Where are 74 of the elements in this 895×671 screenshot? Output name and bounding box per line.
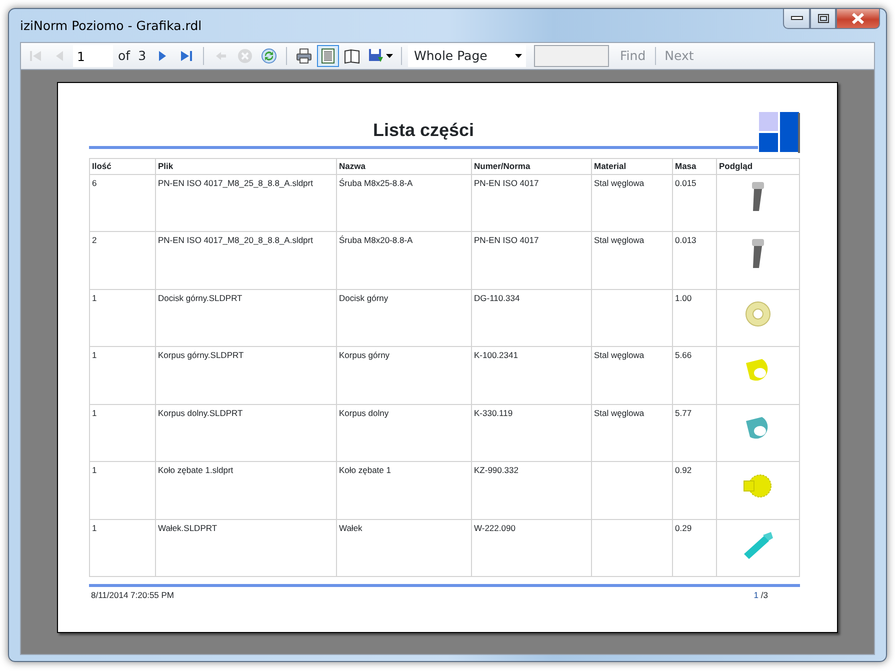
table-cell: PN-EN ISO 4017_M8_25_8_8.8_A.sldprt bbox=[156, 174, 336, 232]
last-page-icon bbox=[178, 48, 194, 64]
table-cell: 1 bbox=[90, 462, 156, 520]
column-header: Masa bbox=[672, 158, 716, 174]
table-cell: Wałek bbox=[336, 519, 472, 577]
page-number: 1 bbox=[754, 590, 759, 600]
table-cell: Korpus górny.SLDPRT bbox=[156, 346, 336, 404]
table-cell: PN-EN ISO 4017_M8_20_8_8.8_A.sldprt bbox=[156, 232, 336, 290]
table-cell: Stal węglowa bbox=[592, 174, 672, 232]
dropdown-caret-icon bbox=[515, 54, 522, 58]
logo-icon bbox=[758, 111, 800, 153]
table-cell: 0.015 bbox=[672, 174, 716, 232]
page-layout-icon bbox=[320, 48, 336, 64]
table-cell: 2 bbox=[90, 232, 156, 290]
printer-icon bbox=[296, 48, 312, 64]
table-cell: Stal węglowa bbox=[592, 346, 672, 404]
table-cell: W-222.090 bbox=[472, 519, 592, 577]
close-button[interactable] bbox=[836, 9, 880, 29]
table-cell: Koło zębate 1 bbox=[336, 462, 472, 520]
maximize-icon bbox=[818, 14, 828, 23]
zoom-dropdown[interactable]: Whole Page bbox=[408, 45, 526, 67]
table-cell: PN-EN ISO 4017 bbox=[472, 232, 592, 290]
minimize-icon bbox=[790, 16, 802, 21]
column-header: Ilość bbox=[90, 158, 156, 174]
table-cell: Śruba M8x25-8.8-A bbox=[336, 174, 472, 232]
stop-icon bbox=[237, 48, 254, 64]
column-header: Plik bbox=[156, 158, 336, 174]
table-cell: Docisk górny.SLDPRT bbox=[156, 289, 336, 347]
table-cell: KZ-990.332 bbox=[472, 462, 592, 520]
dropdown-caret-icon bbox=[386, 54, 393, 58]
table-cell: Śruba M8x20-8.8-A bbox=[336, 232, 472, 290]
table-cell: 1 bbox=[90, 346, 156, 404]
table-cell: 1 bbox=[90, 519, 156, 577]
table-cell: Wałek.SLDPRT bbox=[156, 519, 336, 577]
maximize-button[interactable] bbox=[810, 9, 836, 29]
table-cell: DG-110.334 bbox=[472, 289, 592, 347]
column-header: Nazwa bbox=[336, 158, 472, 174]
table-cell: Stal węglowa bbox=[592, 404, 672, 462]
table-cell: 6 bbox=[90, 174, 156, 232]
table-cell: 1 bbox=[90, 404, 156, 462]
minimize-button[interactable] bbox=[783, 9, 810, 29]
table-cell: Korpus górny bbox=[336, 346, 472, 404]
table-cell: 0.013 bbox=[672, 232, 716, 290]
column-header: Numer/Norma bbox=[472, 158, 592, 174]
search-field[interactable] bbox=[534, 45, 610, 67]
table-cell: K-330.119 bbox=[472, 404, 592, 462]
column-header: Material bbox=[592, 158, 672, 174]
table-cell: 0.92 bbox=[672, 462, 716, 520]
table-cell: 0.29 bbox=[672, 519, 716, 577]
close-icon bbox=[851, 13, 865, 24]
table-cell: 1 bbox=[90, 289, 156, 347]
table-cell: 5.66 bbox=[672, 346, 716, 404]
table-cell: Koło zębate 1.sldprt bbox=[156, 462, 336, 520]
timestamp: 8/11/2014 7:20:55 PM bbox=[91, 589, 174, 602]
table-cell: Korpus dolny bbox=[336, 404, 472, 462]
page-total: /3 bbox=[760, 590, 768, 600]
of-label: of bbox=[118, 46, 130, 65]
refresh-icon bbox=[261, 48, 278, 64]
column-header: Podgląd bbox=[716, 158, 800, 174]
page-layout-button[interactable] bbox=[317, 45, 340, 67]
table-cell: 1.00 bbox=[672, 289, 716, 347]
table-cell: K-100.2341 bbox=[472, 346, 592, 404]
page-number-field[interactable]: 1 bbox=[73, 45, 113, 67]
first-page-icon bbox=[28, 48, 44, 64]
table-cell: Stal węglowa bbox=[592, 232, 672, 290]
book-icon bbox=[344, 48, 360, 64]
table-cell: 5.77 bbox=[672, 404, 716, 462]
table-cell: PN-EN ISO 4017 bbox=[472, 174, 592, 232]
page-count: 3 bbox=[138, 46, 146, 65]
table-cell: Korpus dolny.SLDPRT bbox=[156, 404, 336, 462]
report-title: Lista części bbox=[89, 117, 758, 149]
table-cell: Docisk górny bbox=[336, 289, 472, 347]
save-icon bbox=[368, 48, 384, 64]
window-title: iziNorm Poziomo - Grafika.rdl bbox=[20, 17, 202, 36]
